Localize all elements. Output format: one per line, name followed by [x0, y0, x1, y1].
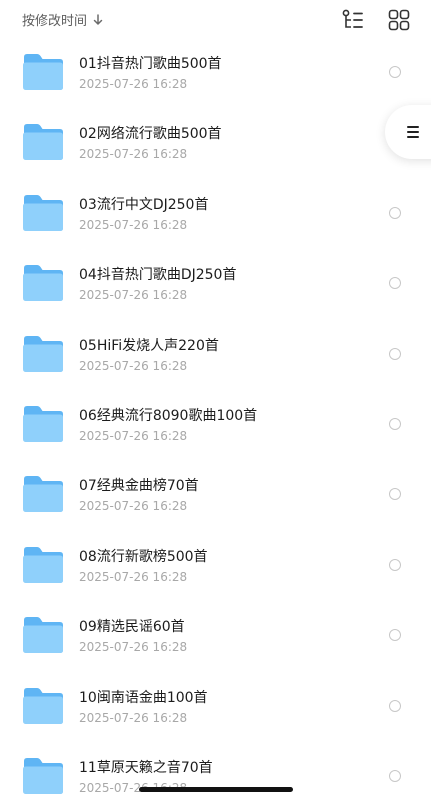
- select-checkbox[interactable]: [389, 629, 401, 642]
- file-name: 01抖音热门歌曲500首: [79, 56, 222, 72]
- folder-icon: [23, 335, 63, 372]
- list-item[interactable]: 11草原天籁之音70首 2025-07-26 16:28: [0, 740, 431, 810]
- file-list: 01抖音热门歌曲500首 2025-07-26 16:28 02网络流行歌曲50…: [0, 36, 431, 810]
- sort-label: 按修改时间: [22, 14, 88, 29]
- file-name: 06经典流行8090歌曲100首: [79, 407, 258, 424]
- file-date: 2025-07-26 16:28: [79, 217, 188, 232]
- file-date: 2025-07-26 16:28: [79, 428, 188, 443]
- file-name: 02网络流行歌曲500首: [79, 126, 222, 143]
- select-checkbox[interactable]: [389, 558, 401, 571]
- select-checkbox[interactable]: [389, 699, 401, 712]
- folder-icon: [23, 265, 63, 302]
- file-date: 2025-07-26 16:28: [79, 640, 188, 655]
- tree-view-icon: [342, 9, 363, 28]
- file-date: 2025-07-26 16:28: [79, 77, 188, 91]
- file-name: 05HiFi发烧人声220首: [79, 337, 219, 354]
- folder-icon: [23, 124, 63, 161]
- select-checkbox[interactable]: [389, 206, 401, 219]
- select-checkbox[interactable]: [389, 488, 401, 501]
- file-date: 2025-07-26 16:28: [79, 569, 188, 584]
- list-item[interactable]: 06经典流行8090歌曲100首 2025-07-26 16:28: [0, 388, 431, 458]
- list-item[interactable]: 05HiFi发烧人声220首 2025-07-26 16:28: [0, 318, 431, 388]
- file-name: 07经典金曲榜70首: [79, 478, 199, 495]
- select-checkbox[interactable]: [389, 769, 401, 782]
- folder-icon: [23, 617, 63, 654]
- side-menu-handle[interactable]: [385, 105, 431, 159]
- list-item[interactable]: 08流行新歌榜500首 2025-07-26 16:28: [0, 529, 431, 599]
- file-date: 2025-07-26 16:28: [79, 499, 188, 514]
- folder-icon: [23, 194, 63, 231]
- file-date: 2025-07-26 16:28: [79, 710, 188, 725]
- file-name: 04抖音热门歌曲DJ250首: [79, 267, 237, 284]
- folder-icon: [23, 546, 63, 583]
- folder-icon: [23, 476, 63, 513]
- file-name: 03流行中文DJ250首: [79, 196, 209, 213]
- file-name: 11草原天籁之音70首: [79, 759, 213, 776]
- folder-icon: [23, 54, 63, 90]
- list-item[interactable]: 01抖音热门歌曲500首 2025-07-26 16:28: [0, 36, 431, 106]
- arrow-down-icon: [93, 13, 103, 25]
- menu-icon: [407, 126, 419, 138]
- select-checkbox[interactable]: [389, 277, 401, 290]
- grid-view-button[interactable]: [387, 8, 411, 32]
- list-item[interactable]: 04抖音热门歌曲DJ250首 2025-07-26 16:28: [0, 247, 431, 317]
- select-checkbox[interactable]: [389, 66, 401, 78]
- list-item[interactable]: 09精选民谣60首 2025-07-26 16:28: [0, 599, 431, 669]
- top-toolbar: 按修改时间: [0, 0, 431, 40]
- file-date: 2025-07-26 16:28: [79, 147, 188, 162]
- list-item[interactable]: 10闽南语金曲100首 2025-07-26 16:28: [0, 670, 431, 740]
- file-name: 08流行新歌榜500首: [79, 548, 208, 565]
- list-item[interactable]: 02网络流行歌曲500首 2025-07-26 16:28: [0, 106, 431, 176]
- folder-icon: [23, 405, 63, 442]
- file-name: 09精选民谣60首: [79, 619, 185, 636]
- select-checkbox[interactable]: [389, 347, 401, 360]
- file-date: 2025-07-26 16:28: [79, 288, 188, 303]
- home-indicator[interactable]: [139, 787, 293, 792]
- file-date: 2025-07-26 16:28: [79, 358, 188, 373]
- file-name: 10闽南语金曲100首: [79, 689, 208, 706]
- folder-icon: [23, 687, 63, 724]
- grid-view-icon: [388, 9, 410, 31]
- sort-button[interactable]: 按修改时间: [22, 10, 103, 29]
- folder-icon: [23, 757, 63, 794]
- select-checkbox[interactable]: [389, 417, 401, 430]
- tree-view-button[interactable]: [341, 8, 365, 32]
- list-item[interactable]: 07经典金曲榜70首 2025-07-26 16:28: [0, 458, 431, 528]
- list-item[interactable]: 03流行中文DJ250首 2025-07-26 16:28: [0, 177, 431, 247]
